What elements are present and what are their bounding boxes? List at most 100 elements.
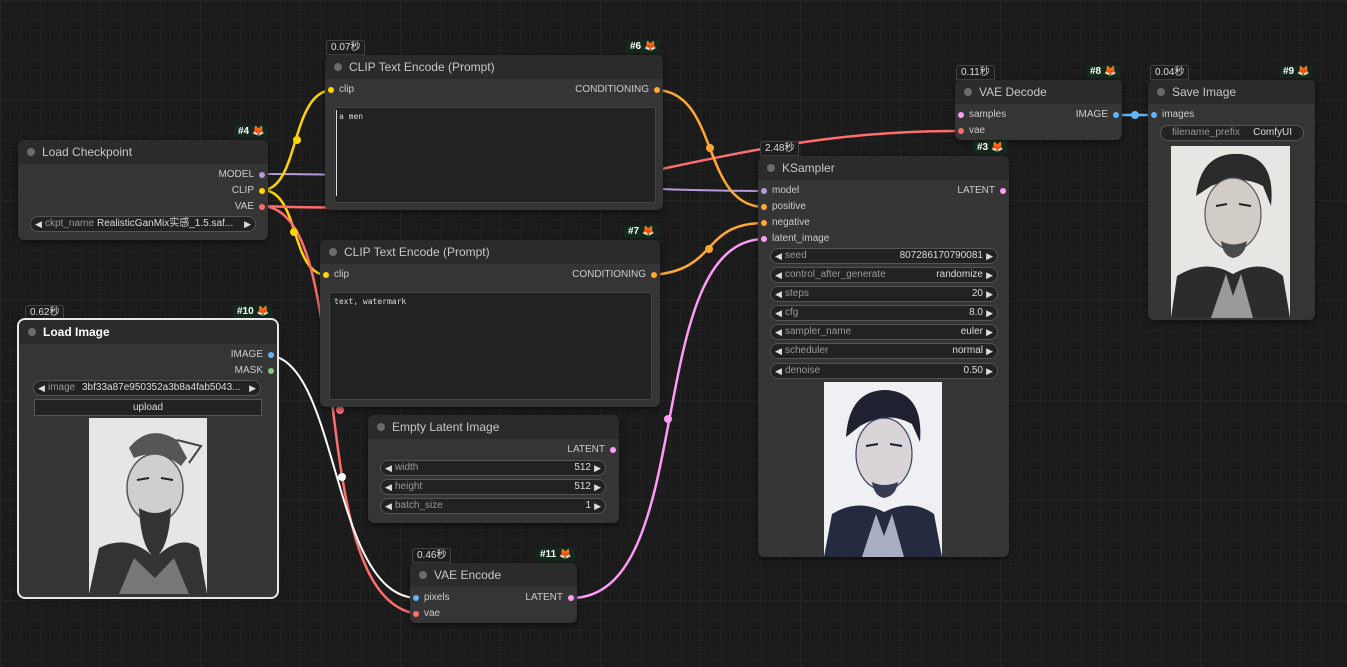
node-ksampler[interactable]: KSampler model positive negative latent_… <box>758 156 1009 557</box>
arrow-right-icon[interactable]: ▶ <box>249 381 256 395</box>
output-latent[interactable]: LATENT <box>875 183 1009 199</box>
steps-widget[interactable]: ◀ steps 20 ▶ <box>770 286 998 302</box>
collapse-dot-icon[interactable] <box>419 571 427 579</box>
input-vae[interactable]: vae <box>410 606 504 622</box>
node-title[interactable]: KSampler <box>758 156 1009 180</box>
arrow-left-icon[interactable]: ◀ <box>35 217 42 231</box>
upload-button[interactable]: upload <box>34 399 262 416</box>
arrow-left-icon[interactable]: ◀ <box>385 499 392 513</box>
arrow-right-icon[interactable]: ▶ <box>986 306 993 320</box>
socket-icon[interactable] <box>958 128 964 134</box>
arrow-left-icon[interactable]: ◀ <box>775 364 782 378</box>
output-image[interactable]: IMAGE <box>1028 107 1122 123</box>
input-positive[interactable]: positive <box>758 199 892 215</box>
arrow-right-icon[interactable]: ▶ <box>986 268 993 282</box>
output-mask[interactable]: MASK <box>113 363 277 379</box>
input-images[interactable]: images <box>1148 107 1242 123</box>
collapse-dot-icon[interactable] <box>28 328 36 336</box>
collapse-dot-icon[interactable] <box>329 248 337 256</box>
prompt-textarea[interactable]: a men <box>334 107 656 203</box>
node-vae-encode[interactable]: VAE Encode pixels vae LATENT <box>410 563 577 623</box>
socket-icon[interactable] <box>1113 112 1119 118</box>
denoise-widget[interactable]: ◀ denoise 0.50 ▶ <box>770 363 998 379</box>
socket-icon[interactable] <box>268 368 274 374</box>
collapse-dot-icon[interactable] <box>27 148 35 156</box>
collapse-dot-icon[interactable] <box>334 63 342 71</box>
arrow-right-icon[interactable]: ▶ <box>244 217 251 231</box>
socket-icon[interactable] <box>1151 112 1157 118</box>
output-image[interactable]: IMAGE <box>113 347 277 363</box>
ckpt-name-combo[interactable]: ◀ ckpt_name RealisticGanMix实感_1.5.saf...… <box>30 216 256 232</box>
output-conditioning[interactable]: CONDITIONING <box>466 267 660 283</box>
cfg-widget[interactable]: ◀ cfg 8.0 ▶ <box>770 305 998 321</box>
arrow-left-icon[interactable]: ◀ <box>775 249 782 263</box>
socket-icon[interactable] <box>568 595 574 601</box>
arrow-left-icon[interactable]: ◀ <box>775 287 782 301</box>
node-load-checkpoint[interactable]: Load Checkpoint MODEL CLIP VAE ◀ ckpt_na… <box>18 140 268 240</box>
prompt-textarea[interactable]: text, watermark <box>329 292 652 400</box>
collapse-dot-icon[interactable] <box>964 88 972 96</box>
scheduler-widget[interactable]: ◀ scheduler normal ▶ <box>770 343 998 359</box>
socket-icon[interactable] <box>413 595 419 601</box>
socket-icon[interactable] <box>610 447 616 453</box>
arrow-left-icon[interactable]: ◀ <box>38 381 45 395</box>
node-title[interactable]: Save Image <box>1148 80 1315 104</box>
node-title[interactable]: VAE Decode <box>955 80 1122 104</box>
node-load-image[interactable]: Load Image IMAGE MASK ◀ image 3bf33a87e950… <box>17 318 279 599</box>
node-title[interactable]: Load Checkpoint <box>18 140 268 164</box>
input-latent-image[interactable]: latent_image <box>758 231 892 247</box>
control-after-generate-widget[interactable]: ◀ control_after_generate randomize ▶ <box>770 267 998 283</box>
arrow-right-icon[interactable]: ▶ <box>986 325 993 339</box>
filename-prefix-widget[interactable]: filename_prefix ComfyUI <box>1160 125 1304 141</box>
socket-icon[interactable] <box>761 236 767 242</box>
socket-icon[interactable] <box>654 87 660 93</box>
node-title[interactable]: VAE Encode <box>410 563 577 587</box>
arrow-left-icon[interactable]: ◀ <box>385 461 392 475</box>
socket-icon[interactable] <box>268 352 274 358</box>
seed-widget[interactable]: ◀ seed 807286170790081 ▶ <box>770 248 998 264</box>
socket-icon[interactable] <box>761 188 767 194</box>
collapse-dot-icon[interactable] <box>1157 88 1165 96</box>
node-empty-latent-image[interactable]: Empty Latent Image LATENT ◀ width 512 ▶ ◀ he… <box>368 415 619 523</box>
arrow-right-icon[interactable]: ▶ <box>986 364 993 378</box>
arrow-right-icon[interactable]: ▶ <box>986 249 993 263</box>
socket-icon[interactable] <box>259 172 265 178</box>
socket-icon[interactable] <box>651 272 657 278</box>
node-title[interactable]: Load Image <box>19 320 277 344</box>
node-save-image[interactable]: Save Image images filename_prefix ComfyUI <box>1148 80 1315 320</box>
socket-icon[interactable] <box>259 204 265 210</box>
arrow-left-icon[interactable]: ◀ <box>775 344 782 358</box>
socket-icon[interactable] <box>958 112 964 118</box>
output-clip[interactable]: CLIP <box>54 183 268 199</box>
output-conditioning[interactable]: CONDITIONING <box>469 82 663 98</box>
socket-icon[interactable] <box>323 272 329 278</box>
input-model[interactable]: model <box>758 183 892 199</box>
arrow-right-icon[interactable]: ▶ <box>594 499 601 513</box>
sampler-name-widget[interactable]: ◀ sampler_name euler ▶ <box>770 324 998 340</box>
socket-icon[interactable] <box>761 220 767 226</box>
socket-icon[interactable] <box>413 611 419 617</box>
input-vae[interactable]: vae <box>955 123 1049 139</box>
socket-icon[interactable] <box>1000 188 1006 194</box>
socket-icon[interactable] <box>761 204 767 210</box>
arrow-right-icon[interactable]: ▶ <box>986 344 993 358</box>
node-title[interactable]: Empty Latent Image <box>368 415 619 439</box>
output-vae[interactable]: VAE <box>54 199 268 215</box>
arrow-left-icon[interactable]: ◀ <box>775 268 782 282</box>
input-clip[interactable]: clip <box>320 267 484 283</box>
output-latent[interactable]: LATENT <box>483 590 577 606</box>
arrow-left-icon[interactable]: ◀ <box>775 306 782 320</box>
input-clip[interactable]: clip <box>325 82 489 98</box>
width-widget[interactable]: ◀ width 512 ▶ <box>380 460 606 476</box>
node-clip-text-encode-negative[interactable]: CLIP Text Encode (Prompt) clip CONDITION… <box>320 240 660 407</box>
image-combo[interactable]: ◀ image 3bf33a87e950352a3b8a4fab5043... ▶ <box>33 380 261 396</box>
height-widget[interactable]: ◀ height 512 ▶ <box>380 479 606 495</box>
node-clip-text-encode-positive[interactable]: CLIP Text Encode (Prompt) clip CONDITION… <box>325 55 663 210</box>
node-title[interactable]: CLIP Text Encode (Prompt) <box>320 240 660 264</box>
output-model[interactable]: MODEL <box>54 167 268 183</box>
arrow-left-icon[interactable]: ◀ <box>385 480 392 494</box>
input-negative[interactable]: negative <box>758 215 892 231</box>
node-vae-decode[interactable]: VAE Decode samples vae IMAGE <box>955 80 1122 140</box>
collapse-dot-icon[interactable] <box>767 164 775 172</box>
arrow-right-icon[interactable]: ▶ <box>594 461 601 475</box>
